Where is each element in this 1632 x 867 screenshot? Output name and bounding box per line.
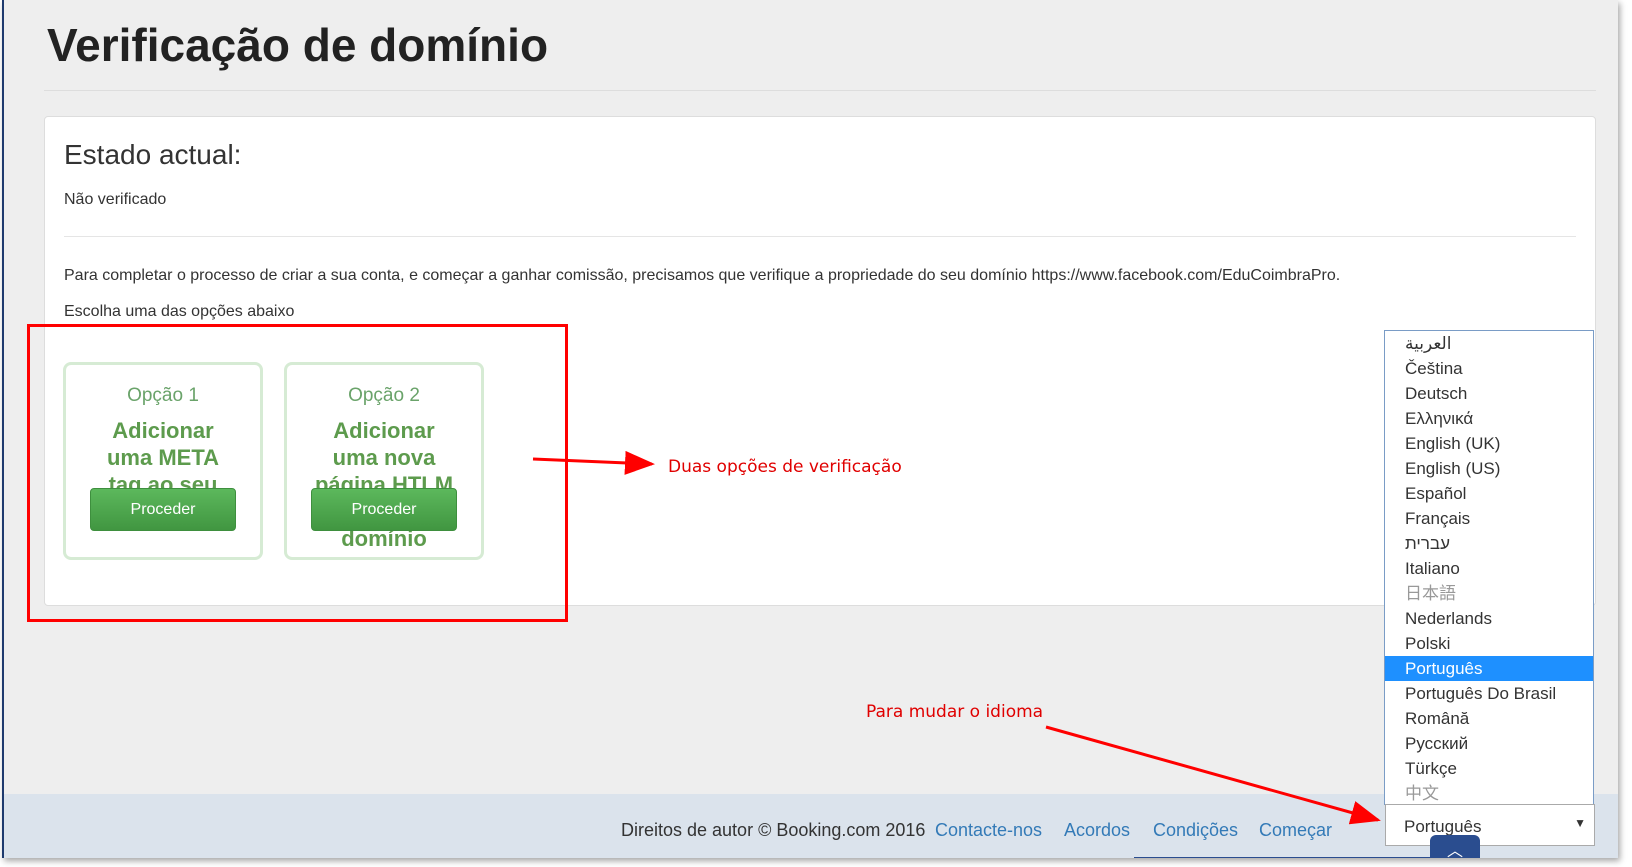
annotation-arrow-options bbox=[532, 450, 655, 475]
annotation-arrows bbox=[532, 450, 1381, 825]
annotation-arrow-language bbox=[1045, 725, 1381, 825]
